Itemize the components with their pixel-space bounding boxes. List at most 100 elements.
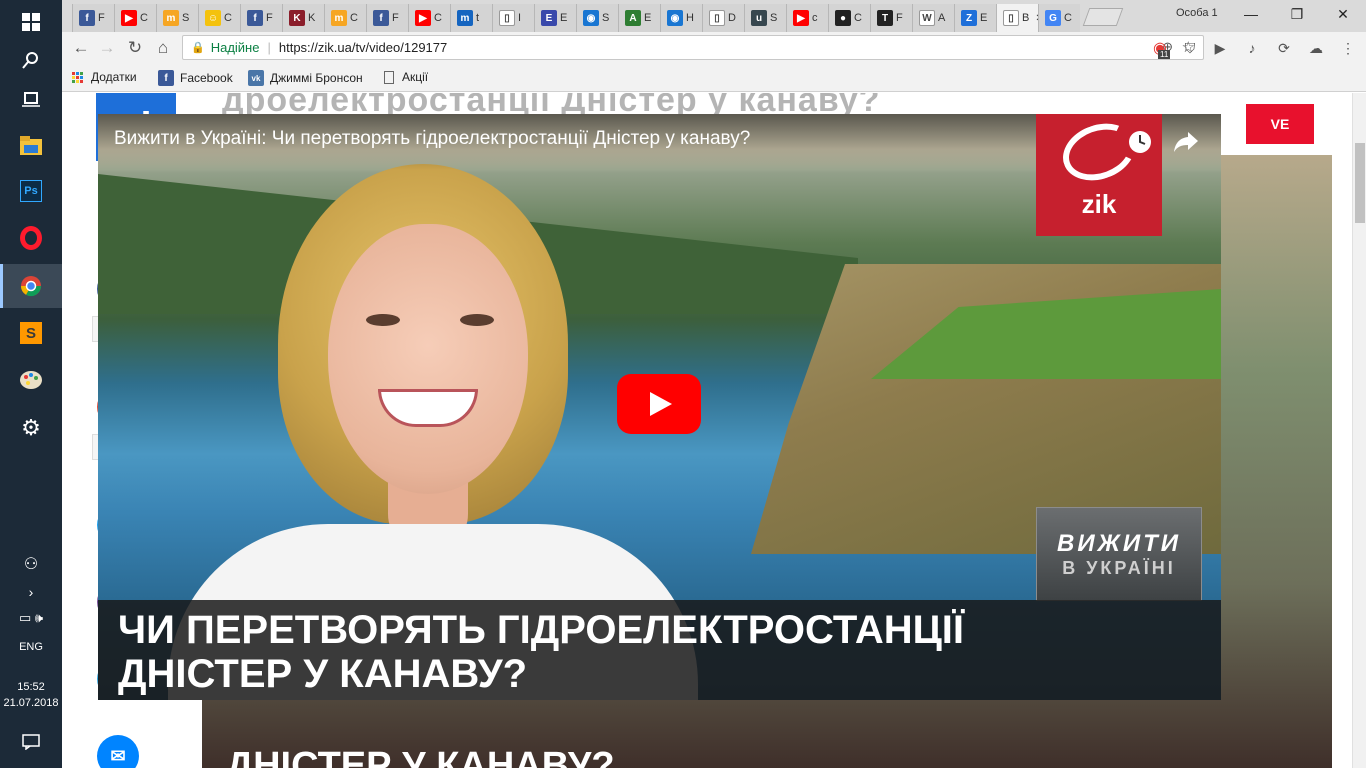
extension-play-icon[interactable]: ▶ [1210, 38, 1230, 58]
browser-tab[interactable]: fF [72, 4, 114, 32]
browser-tab[interactable]: EE [534, 4, 576, 32]
extension-audio-icon[interactable]: ♪ [1242, 38, 1262, 58]
channel-logo-text: zik [1081, 189, 1117, 219]
facebook-icon: f [158, 70, 174, 86]
maximize-icon[interactable]: ❐ [1274, 0, 1320, 28]
address-bar[interactable]: 🔒 Надійне | https://zik.ua/tv/video/1291… [182, 35, 1204, 60]
bookmark-label: Акції [402, 70, 429, 84]
bookmark-facebook[interactable]: f Facebook [158, 70, 233, 86]
page-icon [384, 70, 394, 84]
eye-icon: ◉ [667, 10, 683, 26]
video-title[interactable]: Вижити в Україні: Чи перетворять гідроел… [114, 128, 750, 150]
extension-shield-icon[interactable]: ⛉ [1180, 38, 1200, 58]
translate-icon: G [1045, 10, 1061, 26]
bookmark-akcii[interactable]: Акції [384, 70, 428, 84]
address-separator: | [267, 40, 271, 55]
sublime-text-icon[interactable]: S [0, 311, 62, 355]
bookmark-apps[interactable]: Додатки [72, 70, 137, 84]
input-language[interactable]: ENG [0, 641, 62, 653]
extension-badge-count: 11 [1158, 50, 1171, 59]
browser-tab[interactable]: fF [366, 4, 408, 32]
profile-name[interactable]: Особа 1 [1176, 7, 1218, 19]
vk-icon: vk [248, 70, 264, 86]
back-arrow-icon[interactable]: ← [68, 36, 94, 60]
tab-label: F [98, 12, 105, 24]
task-view-icon[interactable] [0, 77, 62, 121]
bookmark-label: Додатки [91, 70, 137, 84]
tab-label: C [434, 12, 442, 24]
browser-tab[interactable]: WA [912, 4, 954, 32]
opera-icon[interactable] [0, 216, 62, 260]
browser-tab[interactable]: KK [282, 4, 324, 32]
facebook-icon: f [79, 10, 95, 26]
tab-label: H [686, 12, 694, 24]
tab-label: K [308, 12, 316, 24]
extension-sync-icon[interactable]: ⟳ [1274, 38, 1294, 58]
browser-tab[interactable]: ▶ C [408, 4, 450, 32]
browser-tab[interactable]: ▯ I [492, 4, 534, 32]
bookmark-label: Джиммі Бронсон [270, 71, 363, 85]
settings-gear-icon[interactable]: ⚙ [0, 406, 62, 450]
browser-tab[interactable]: AE [618, 4, 660, 32]
browser-tab[interactable]: mS [156, 4, 198, 32]
live-button[interactable]: VE [1246, 104, 1314, 144]
green-a-icon: A [625, 10, 641, 26]
tray-power-volume-icons[interactable]: ▭ 🕪 [0, 600, 62, 636]
action-center-icon[interactable] [0, 720, 62, 764]
browser-tab[interactable]: ◉ H [660, 4, 702, 32]
tab-strip: f F ▶ Cm S ☺ Cf F K Km Cf F ▶ Cm t ▯ I E E ◉ S A E ◉ H ▯ Du S ▶ c ● C T F… [62, 0, 1366, 32]
new-tab-button[interactable] [1082, 8, 1124, 26]
browser-tab[interactable]: GC [1038, 4, 1080, 32]
clock-date[interactable]: 21.07.2018 [0, 697, 62, 709]
messenger-share-icon[interactable]: ✉ [97, 735, 139, 768]
page-scrollbar[interactable] [1352, 93, 1366, 768]
browser-tab[interactable]: ▶ C [114, 4, 156, 32]
browser-tab[interactable]: mC [324, 4, 366, 32]
paint-icon[interactable] [0, 358, 62, 402]
minimize-icon[interactable]: — [1228, 0, 1274, 28]
file-explorer-icon[interactable] [0, 124, 62, 168]
watch-later-clock-icon[interactable] [1124, 126, 1156, 158]
browser-tab[interactable]: mt [450, 4, 492, 32]
close-window-icon[interactable]: ✕ [1320, 0, 1366, 28]
browser-tab[interactable]: TF [870, 4, 912, 32]
browser-tab[interactable]: ▯ D [702, 4, 744, 32]
tab-label: E [560, 12, 568, 24]
zik-icon: Z [961, 10, 977, 26]
site-t-icon: T [877, 10, 893, 26]
facebook-icon: f [373, 10, 389, 26]
browser-tab[interactable]: ☺ C [198, 4, 240, 32]
bookmark-vk[interactable]: vk Джиммі Бронсон [248, 70, 363, 86]
browser-toolbar: ← → ↻ ⌂ 🔒 Надійне | https://zik.ua/tv/vi… [62, 32, 1366, 64]
youtube-video-player[interactable]: Вижити в Україні: Чи перетворять гідроел… [98, 114, 1221, 700]
site-m-icon: m [331, 10, 347, 26]
scrollbar-thumb[interactable] [1355, 143, 1365, 223]
secure-label: Надійне [210, 40, 260, 55]
browser-tab[interactable]: ● C [828, 4, 870, 32]
extension-cloud-icon[interactable]: ☁ [1306, 38, 1326, 58]
clock-time[interactable]: 15:52 [0, 681, 62, 693]
browser-tab[interactable]: fF [240, 4, 282, 32]
url-text[interactable]: https://zik.ua/tv/video/129177 [279, 40, 447, 55]
tab-label: D [728, 12, 736, 24]
browser-tab[interactable]: ▶ c [786, 4, 828, 32]
browser-tab[interactable]: ◉ S [576, 4, 618, 32]
caption-line-1: ЧИ ПЕРЕТВОРЯТЬ ГІДРОЕЛЕКТРОСТАНЦІЇ [118, 608, 964, 652]
eye-icon: ◉ [583, 10, 599, 26]
browser-tab[interactable]: ZE [954, 4, 996, 32]
forward-arrow-icon[interactable]: → [94, 36, 120, 60]
photoshop-icon[interactable]: Ps [0, 169, 62, 213]
chrome-menu-icon[interactable]: ⋮ [1338, 38, 1358, 58]
play-button[interactable] [617, 374, 701, 434]
lock-icon: 🔒 [191, 42, 205, 54]
home-icon[interactable]: ⌂ [150, 36, 176, 60]
browser-tab[interactable]: uS [744, 4, 786, 32]
search-icon[interactable] [0, 38, 62, 82]
show-logo-line1: ВИЖИТИ [1056, 529, 1182, 557]
reload-icon[interactable]: ↻ [122, 36, 148, 60]
extension-opera-badge-icon[interactable]: ◉ 11 [1150, 38, 1171, 59]
chrome-icon[interactable] [0, 264, 62, 308]
tab-label: S [602, 12, 610, 24]
browser-tab[interactable]: ▯B✕ [996, 4, 1040, 32]
share-arrow-icon[interactable] [1170, 126, 1202, 158]
